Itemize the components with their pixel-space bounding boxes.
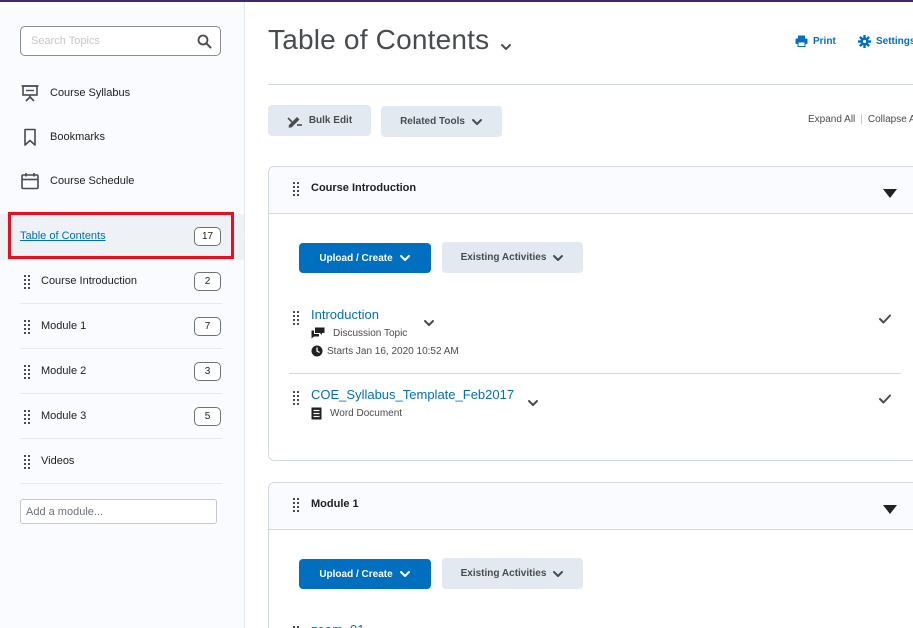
bulk-edit-button[interactable]: Bulk Edit (268, 105, 371, 136)
sidebar-item-module-1[interactable]: Module 1 7 (20, 305, 222, 349)
document-icon (311, 407, 322, 420)
existing-activities-label: Existing Activities (460, 252, 547, 263)
drag-handle-icon[interactable] (293, 391, 299, 405)
module-label: Videos (41, 455, 75, 467)
search-box (20, 26, 221, 56)
existing-activities-button[interactable]: Existing Activities (442, 242, 583, 273)
printer-icon (795, 35, 808, 47)
upload-create-label: Upload / Create (319, 252, 393, 264)
add-module-box (20, 499, 217, 524)
presentation-icon (20, 83, 40, 103)
topic-type-label: Discussion Topic (333, 327, 408, 339)
chevron-down-icon[interactable] (527, 394, 539, 406)
gear-icon (858, 35, 871, 48)
annotation-highlight-box (8, 212, 234, 259)
topic-type-label: Word Document (330, 408, 403, 419)
header-divider (268, 84, 913, 85)
settings-button[interactable]: Settings (858, 35, 913, 48)
topic-item: COE_Syllabus_Template_Feb2017 Word Docum… (289, 387, 901, 427)
collapse-all-link[interactable]: Collapse A (868, 114, 913, 125)
sidebar-item-label: Course Schedule (50, 175, 135, 187)
calendar-icon (20, 171, 40, 191)
bulk-edit-label: Bulk Edit (308, 115, 353, 126)
separator: | (860, 114, 863, 125)
topic-type: Word Document (311, 407, 402, 420)
add-module-input[interactable] (21, 500, 216, 523)
page-title: Table of Contents (268, 24, 490, 55)
topic-link[interactable]: Introduction (311, 307, 379, 322)
module-count-badge: 3 (194, 362, 221, 381)
sidebar-item-course-schedule[interactable]: Course Schedule (20, 169, 134, 193)
search-input[interactable] (21, 27, 191, 55)
topic-date-label: Starts Jan 16, 2020 10:52 AM (327, 345, 459, 357)
module-count-badge: 5 (194, 407, 221, 426)
sidebar-item-module-3[interactable]: Module 3 5 (20, 395, 222, 439)
expand-collapse-links: Expand All | Collapse A (808, 114, 913, 125)
topic-date: Starts Jan 16, 2020 10:52 AM (311, 345, 459, 357)
drag-handle-icon[interactable] (24, 410, 30, 424)
sidebar-item-label: Course Syllabus (50, 87, 131, 99)
section-header[interactable]: Module 1 (269, 483, 913, 530)
caret-down-icon[interactable] (883, 501, 897, 514)
checkmark-icon (879, 311, 891, 324)
module-label: Module 3 (41, 410, 87, 422)
chevron-down-icon (553, 254, 564, 261)
drag-handle-icon[interactable] (293, 498, 299, 512)
existing-activities-label: Existing Activities (460, 568, 547, 579)
related-tools-button[interactable]: Related Tools (381, 106, 502, 137)
module-label: Module 2 (41, 365, 87, 377)
drag-handle-icon[interactable] (293, 311, 299, 325)
drag-handle-icon[interactable] (24, 455, 30, 469)
sidebar-item-course-syllabus[interactable]: Course Syllabus (20, 81, 130, 105)
sidebar-item-label: Bookmarks (50, 131, 106, 143)
bookmark-icon (20, 127, 40, 147)
upload-create-label: Upload / Create (319, 568, 393, 580)
print-button[interactable]: Print (795, 35, 836, 47)
sidebar-item-module-2[interactable]: Module 2 3 (20, 350, 222, 394)
drag-handle-icon[interactable] (24, 275, 30, 289)
topic-link[interactable]: COE_Syllabus_Template_Feb2017 (311, 387, 514, 402)
chevron-down-icon (399, 571, 410, 577)
topic-item: zoom_01 (289, 622, 901, 628)
settings-label: Settings (876, 36, 913, 47)
pencil-icon (287, 116, 302, 127)
sidebar-item-videos[interactable]: Videos (20, 440, 222, 484)
module-section-course-introduction: Course Introduction Upload / Create Exis… (268, 166, 913, 461)
upload-create-button[interactable]: Upload / Create (299, 243, 431, 273)
clock-icon (311, 345, 323, 357)
drag-handle-icon[interactable] (293, 182, 299, 196)
topic-divider (289, 373, 901, 374)
module-count-badge: 2 (194, 272, 221, 291)
module-count-badge: 7 (194, 317, 221, 336)
module-label: Course Introduction (41, 275, 137, 287)
selected-notch (235, 217, 245, 257)
topic-link[interactable]: zoom_01 (311, 622, 364, 628)
upload-create-button[interactable]: Upload / Create (299, 559, 431, 589)
caret-down-icon[interactable] (883, 185, 897, 198)
discussion-icon (311, 327, 325, 339)
chevron-down-icon (553, 570, 564, 577)
topic-item: Introduction Discussion Topic Starts Jan… (289, 307, 901, 363)
chevron-down-icon[interactable] (499, 40, 513, 52)
chevron-down-icon (399, 255, 410, 261)
section-title: Module 1 (311, 498, 359, 510)
expand-all-link[interactable]: Expand All (808, 114, 855, 125)
topic-type: Discussion Topic (311, 327, 407, 339)
search-icon[interactable] (196, 33, 214, 51)
section-title: Course Introduction (311, 182, 417, 194)
chevron-down-icon[interactable] (423, 314, 435, 326)
sidebar: Course Syllabus Bookmarks Course Schedul… (0, 2, 245, 628)
module-section-module-1: Module 1 Upload / Create Existing Activi… (268, 482, 913, 628)
chevron-down-icon (471, 118, 482, 125)
sidebar-item-bookmarks[interactable]: Bookmarks (20, 125, 105, 149)
print-label: Print (813, 35, 836, 47)
existing-activities-button[interactable]: Existing Activities (442, 558, 583, 589)
sidebar-item-course-introduction[interactable]: Course Introduction 2 (20, 260, 222, 304)
section-header[interactable]: Course Introduction (269, 167, 913, 214)
related-tools-label: Related Tools (400, 116, 465, 127)
checkmark-icon (879, 391, 891, 404)
module-label: Module 1 (41, 320, 87, 332)
drag-handle-icon[interactable] (24, 320, 30, 334)
drag-handle-icon[interactable] (24, 365, 30, 379)
